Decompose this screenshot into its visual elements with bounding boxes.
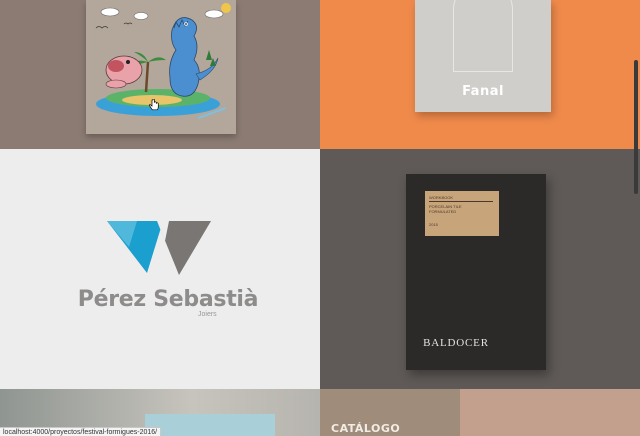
catalog-cover-right bbox=[460, 389, 640, 436]
label-line-3: 2015 bbox=[429, 222, 438, 227]
project-tile-baldocer[interactable]: WORKBOOK PORCELAIN TILE FORMULATED 2015 … bbox=[320, 149, 640, 389]
lamp-arch-graphic bbox=[453, 0, 513, 72]
hand-pointer-icon bbox=[149, 99, 159, 111]
baldocer-book: WORKBOOK PORCELAIN TILE FORMULATED 2015 … bbox=[406, 174, 546, 370]
baldocer-brand: BALDOCER bbox=[423, 337, 489, 349]
blue-sheet bbox=[145, 414, 275, 436]
project-tile-fanal[interactable]: Fanal bbox=[320, 0, 640, 149]
status-bar-url: localhost:4000/proyectos/festival-formig… bbox=[0, 427, 162, 436]
label-line-1: WORKBOOK bbox=[429, 195, 493, 202]
catalogo-label: CATÁLOGO bbox=[331, 422, 401, 435]
project-tile-perez-sebastia[interactable]: Pérez Sebastià Joiers bbox=[0, 149, 320, 389]
perez-sebastia-logo-mark bbox=[107, 221, 211, 275]
perez-sebastia-subtitle: Joiers bbox=[198, 311, 217, 318]
dinosaur-illustration bbox=[95, 3, 231, 119]
project-grid: Fanal Pérez Sebastià Joiers WORKBOOK POR… bbox=[0, 0, 640, 436]
illustrated-book-cover bbox=[86, 0, 236, 134]
label-line-2: PORCELAIN TILE FORMULATED bbox=[429, 204, 462, 214]
project-tile-festival-formigues[interactable] bbox=[0, 0, 320, 149]
perez-sebastia-name: Pérez Sebastià bbox=[77, 287, 259, 312]
scrollbar-thumb[interactable] bbox=[634, 60, 638, 194]
fanal-brand: Fanal bbox=[462, 84, 504, 99]
project-tile-catalogo[interactable]: CATÁLOGO bbox=[320, 389, 640, 436]
kraft-label: WORKBOOK PORCELAIN TILE FORMULATED 2015 bbox=[425, 191, 499, 236]
fanal-notebook: Fanal bbox=[415, 0, 551, 112]
portfolio-page: Fanal Pérez Sebastià Joiers WORKBOOK POR… bbox=[0, 0, 640, 436]
